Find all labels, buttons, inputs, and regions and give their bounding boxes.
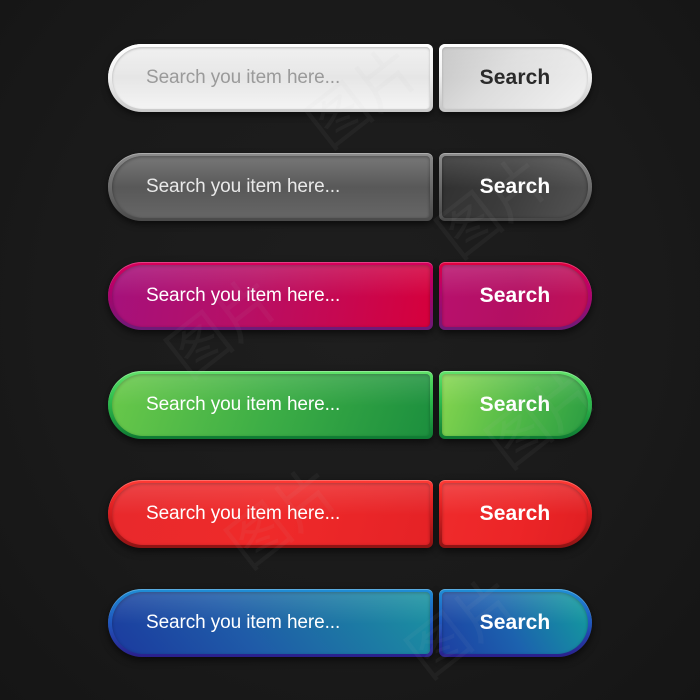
search-bar-list: Search you item here... Search Search yo… <box>0 0 700 700</box>
search-bar-row-green: Search you item here... Search <box>108 371 592 439</box>
search-input-white[interactable]: Search you item here... <box>108 44 433 112</box>
search-input-inner-red: Search you item here... <box>112 483 430 545</box>
search-bar-row-magenta: Search you item here... Search <box>108 262 592 330</box>
search-bar-row-red: Search you item here... Search <box>108 480 592 548</box>
search-button-label-white: Search <box>479 66 551 89</box>
search-input-blue[interactable]: Search you item here... <box>108 589 433 657</box>
search-input-placeholder-white: Search you item here... <box>146 67 341 88</box>
search-input-inner-green: Search you item here... <box>112 374 430 436</box>
search-button-green[interactable]: Search <box>439 371 592 439</box>
search-button-inner-red: Search <box>442 483 588 545</box>
search-input-green[interactable]: Search you item here... <box>108 371 433 439</box>
search-button-blue[interactable]: Search <box>439 589 592 657</box>
search-button-label-magenta: Search <box>479 284 551 307</box>
search-button-inner-blue: Search <box>442 592 588 654</box>
search-input-gray[interactable]: Search you item here... <box>108 153 433 221</box>
search-input-inner-white: Search you item here... <box>112 47 430 109</box>
search-input-placeholder-red: Search you item here... <box>146 503 341 524</box>
search-input-magenta[interactable]: Search you item here... <box>108 262 433 330</box>
search-input-placeholder-gray: Search you item here... <box>146 176 341 197</box>
search-input-placeholder-green: Search you item here... <box>146 394 341 415</box>
search-button-inner-gray: Search <box>442 156 588 218</box>
search-button-label-green: Search <box>479 393 551 416</box>
search-button-white[interactable]: Search <box>439 44 592 112</box>
search-input-placeholder-blue: Search you item here... <box>146 612 341 633</box>
search-button-label-gray: Search <box>479 175 551 198</box>
search-button-gray[interactable]: Search <box>439 153 592 221</box>
search-bar-row-gray: Search you item here... Search <box>108 153 592 221</box>
search-button-red[interactable]: Search <box>439 480 592 548</box>
search-bar-showcase: Search you item here... Search Search yo… <box>0 0 700 700</box>
search-input-inner-gray: Search you item here... <box>112 156 430 218</box>
search-button-inner-green: Search <box>442 374 588 436</box>
search-input-placeholder-magenta: Search you item here... <box>146 285 341 306</box>
search-button-inner-white: Search <box>442 47 588 109</box>
search-input-red[interactable]: Search you item here... <box>108 480 433 548</box>
search-bar-row-blue: Search you item here... Search <box>108 589 592 657</box>
search-button-magenta[interactable]: Search <box>439 262 592 330</box>
search-button-label-blue: Search <box>479 611 551 634</box>
search-button-inner-magenta: Search <box>442 265 588 327</box>
search-input-inner-magenta: Search you item here... <box>112 265 430 327</box>
search-input-inner-blue: Search you item here... <box>112 592 430 654</box>
search-button-label-red: Search <box>479 502 551 525</box>
search-bar-row-white: Search you item here... Search <box>108 44 592 112</box>
